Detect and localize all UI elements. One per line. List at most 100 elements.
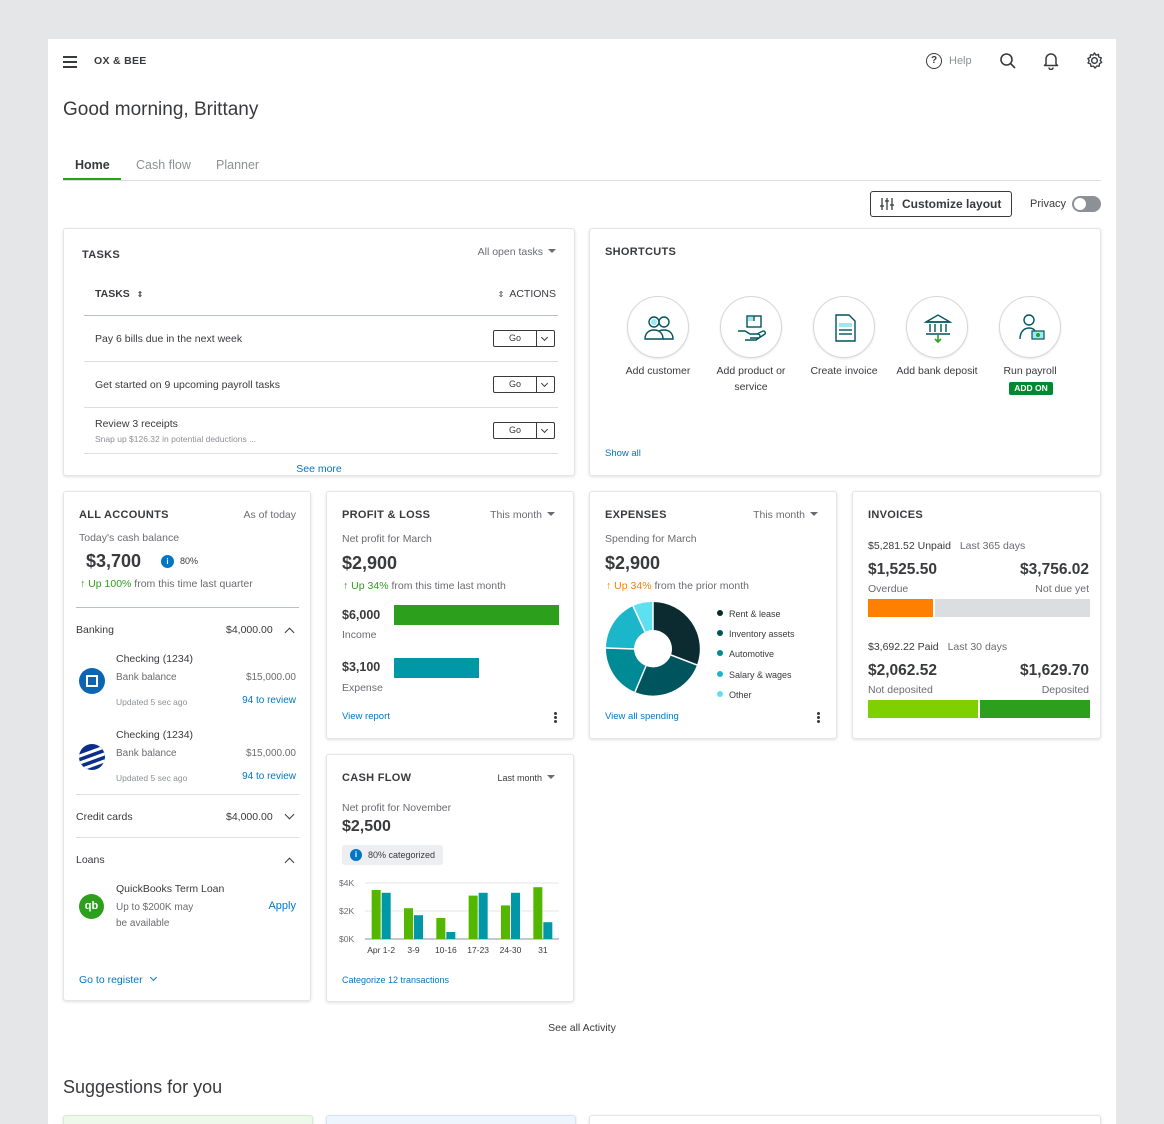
sort-icon[interactable]: ⇕ [498,290,505,299]
show-all-link[interactable]: Show all [605,448,641,459]
add-product-button[interactable] [720,296,782,358]
menu-icon[interactable] [63,56,77,68]
expense-value: $3,100 [342,660,381,674]
bank-review-link[interactable]: 94 to review [242,771,296,782]
not-deposited-label: Not deposited [868,684,933,696]
add-bank-deposit-button[interactable] [906,296,968,358]
credit-cards-total: $4,000.00 [226,811,273,823]
arrow-up-icon: ↑ [606,580,612,592]
bank-review-link[interactable]: 94 to review [242,695,296,706]
arrow-up-icon: ↑ [343,580,349,592]
task-go-button[interactable]: Go [493,376,555,393]
loan-name: QuickBooks Term Loan [116,883,225,895]
task-item: Pay 6 bills due in the next week [95,333,243,345]
chevron-down-icon[interactable] [284,809,295,820]
suggestion-card[interactable] [326,1115,576,1124]
chevron-up-icon[interactable] [284,857,295,868]
y-tick-label: $2K [339,906,354,916]
tasks-filter[interactable]: All open tasks [478,246,556,258]
y-tick-label: $0K [339,934,354,944]
create-invoice-button[interactable] [813,296,875,358]
legend-item: Salary & wages [717,665,795,685]
invoices-paid: $3,692.22 Paid Last 30 days [868,641,1008,653]
bar[interactable] [533,887,543,939]
pl-period[interactable]: This month [490,509,555,521]
categorize-transactions-link[interactable]: Categorize 12 transactions [342,975,449,985]
sliders-icon [880,198,894,210]
customize-layout-button[interactable]: Customize layout [870,191,1012,217]
cash-flow-bar-chart[interactable]: $4K $2K $0K Apr 1-2 3-9 10-16 17-23 24-30 31 [337,875,567,967]
income-bar[interactable] [394,605,559,625]
not-due-value: $3,756.02 [1020,561,1089,578]
expense-bar[interactable] [394,658,480,678]
cashflow-value: $2,500 [342,818,391,835]
bank-balance-value: $15,000.00 [245,672,296,683]
help-icon: ? [926,53,942,69]
more-options-icon[interactable] [554,712,557,723]
task-item: Review 3 receipts [95,418,178,430]
not-deposited-bar[interactable] [868,700,978,718]
tab-planner[interactable]: Planner [216,158,259,172]
gear-icon[interactable] [1085,51,1104,70]
view-report-link[interactable]: View report [342,711,390,722]
go-to-register-link[interactable]: Go to register [79,973,157,986]
bar[interactable] [478,892,488,939]
invoices-unpaid: $5,281.52 Unpaid Last 365 days [868,540,1026,552]
info-icon[interactable]: i [161,555,174,568]
expenses-value: $2,900 [605,553,661,573]
accounts-as-of: As of today [243,509,296,521]
bar[interactable] [468,895,478,939]
view-all-spending-link[interactable]: View all spending [605,711,679,722]
bar[interactable] [501,905,510,939]
overdue-bar[interactable] [868,599,933,617]
customers-icon [644,316,674,340]
apply-link[interactable]: Apply [268,900,296,912]
banking-section[interactable]: Banking [76,624,114,636]
legend-item: Rent & lease [717,604,795,624]
suggestion-card[interactable] [589,1115,1101,1124]
bar[interactable] [404,908,413,939]
see-more-link[interactable]: See more [64,463,574,475]
sort-icon[interactable]: ⇕ [137,290,144,299]
bar[interactable] [436,918,446,939]
help-button[interactable]: ? Help [926,52,972,70]
deposited-label: Deposited [1041,684,1089,696]
bar[interactable] [511,892,520,939]
y-tick-label: $4K [339,878,354,888]
bank-account-name[interactable]: Checking (1234) [116,653,193,665]
add-customer-button[interactable] [627,296,689,358]
cashflow-label: Net profit for November [342,802,452,814]
quickbooks-logo-icon: qb [79,894,104,919]
expenses-trend: ↑ Up 34% from the prior month [606,580,749,592]
chevron-up-icon[interactable] [284,627,295,638]
chevron-down-icon [536,423,554,438]
cashflow-period[interactable]: Last month [497,773,555,783]
deposited-bar[interactable] [980,700,1090,718]
not-due-bar[interactable] [935,599,1090,617]
bar[interactable] [414,915,423,939]
bank-account-name[interactable]: Checking (1234) [116,729,193,741]
credit-cards-section[interactable]: Credit cards [76,811,133,823]
expenses-legend: Rent & lease Inventory assets Automotive… [717,604,795,705]
run-payroll-button[interactable] [999,296,1061,358]
tab-cash-flow[interactable]: Cash flow [136,158,191,172]
tasks-column-header: TASKS ⇕ [95,288,144,300]
suggestion-card[interactable] [63,1115,313,1124]
bar[interactable] [446,932,456,939]
more-options-icon[interactable] [817,712,820,723]
bar[interactable] [381,892,391,939]
bar[interactable] [543,922,553,939]
task-go-button[interactable]: Go [493,422,555,439]
loans-section[interactable]: Loans [76,854,105,866]
expenses-period[interactable]: This month [753,509,818,521]
search-icon[interactable] [999,52,1017,70]
bar[interactable] [371,890,381,939]
tab-home[interactable]: Home [75,158,110,172]
privacy-toggle[interactable] [1072,196,1101,212]
see-all-activity-link[interactable]: See all Activity [48,1022,1116,1034]
task-go-button[interactable]: Go [493,330,555,347]
pl-title: PROFIT & LOSS [342,509,431,521]
bell-icon[interactable] [1042,51,1060,70]
expenses-donut-chart[interactable] [604,600,702,698]
greeting: Good morning, Brittany [63,99,259,120]
